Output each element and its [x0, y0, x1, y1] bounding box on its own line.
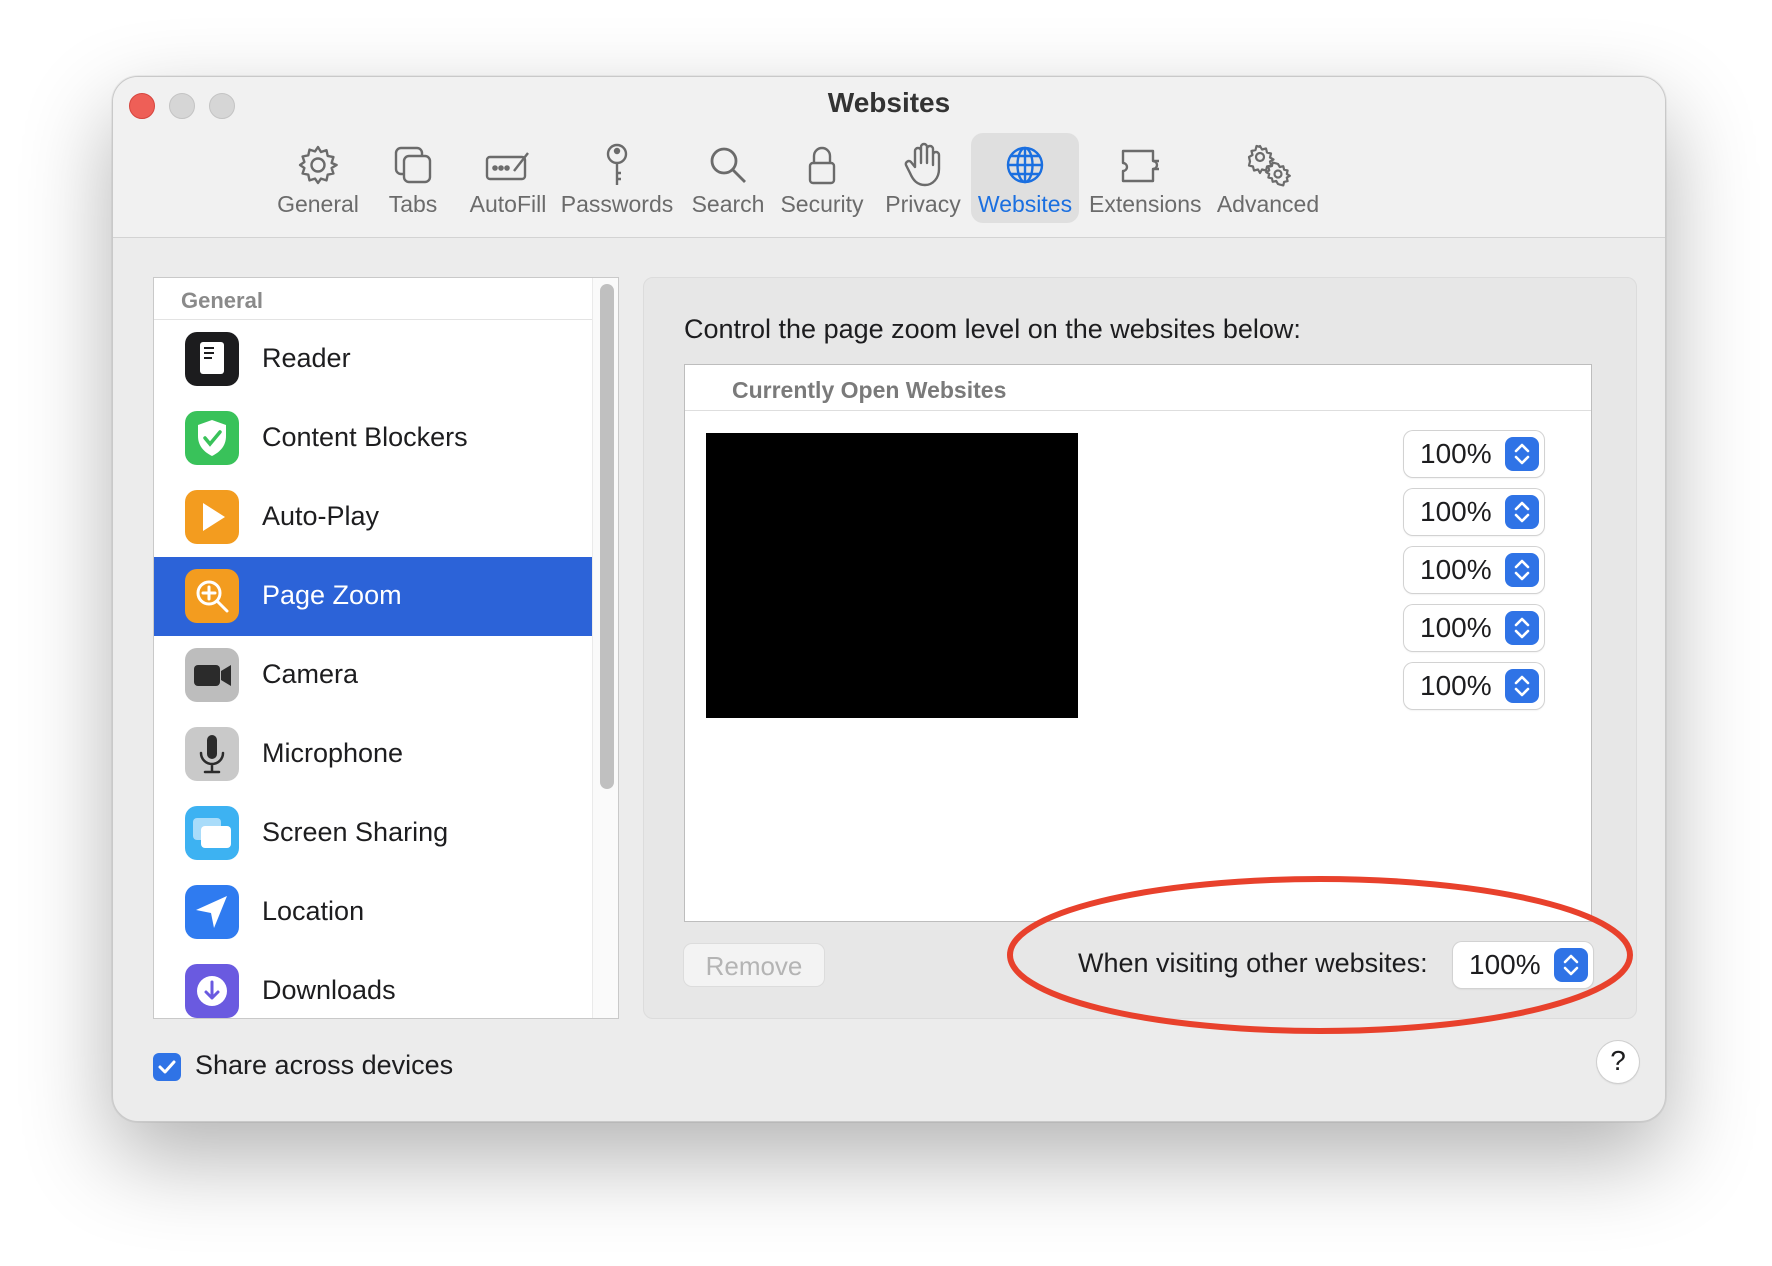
chevron-updown-icon — [1505, 437, 1539, 471]
download-icon — [185, 964, 239, 1018]
sidebar-item-label: Auto-Play — [262, 501, 380, 531]
sidebar-item-content-blockers[interactable]: Content Blockers — [154, 399, 592, 478]
tab-extensions[interactable]: Extensions — [1089, 133, 1202, 223]
tab-general-label: General — [277, 191, 359, 217]
zoom-icon — [185, 569, 239, 623]
autofill-icon — [463, 141, 553, 189]
gear-icon — [263, 141, 373, 189]
preferences-window: Websites General Tabs AutoFill Passwords… — [112, 76, 1666, 1122]
globe-icon — [971, 141, 1079, 189]
sidebar-item-label: Content Blockers — [262, 422, 468, 452]
chevron-updown-icon — [1554, 948, 1588, 982]
sidebar-item-downloads[interactable]: Downloads — [154, 952, 592, 1018]
tab-privacy[interactable]: Privacy — [883, 133, 963, 223]
tab-general[interactable]: General — [263, 133, 373, 223]
sidebar-item-label: Camera — [262, 659, 359, 689]
sidebar-item-location[interactable]: Location — [154, 873, 592, 952]
zoom-value: 100% — [1420, 496, 1492, 527]
key-icon — [557, 141, 677, 189]
chevron-updown-icon — [1505, 611, 1539, 645]
tab-passwords[interactable]: Passwords — [557, 133, 677, 223]
microphone-icon — [185, 727, 239, 781]
sidebar-item-label: Reader — [262, 343, 351, 373]
help-button[interactable]: ? — [1597, 1041, 1639, 1083]
gears-icon — [1213, 141, 1323, 189]
tab-security-label: Security — [780, 191, 864, 217]
chevron-updown-icon — [1505, 553, 1539, 587]
reader-icon — [185, 332, 239, 386]
zoom-value: 100% — [1420, 438, 1492, 469]
sidebar-header: General — [154, 278, 618, 320]
title-bar: Websites General Tabs AutoFill Passwords… — [113, 77, 1665, 238]
other-websites-label: When visiting other websites: — [1078, 948, 1428, 978]
sidebar-scrollbar[interactable] — [600, 284, 614, 789]
site-zoom-select[interactable]: 100% — [1404, 489, 1544, 535]
hand-icon — [883, 141, 963, 189]
share-across-devices-label: Share across devices — [195, 1050, 454, 1080]
lock-icon — [777, 141, 867, 189]
tab-advanced-label: Advanced — [1216, 191, 1320, 217]
tab-passwords-label: Passwords — [560, 191, 674, 217]
sidebar-item-label: Location — [262, 896, 365, 926]
sidebar-item-label: Screen Sharing — [262, 817, 449, 847]
screen-sharing-icon — [185, 806, 239, 860]
tab-search-label: Search — [691, 191, 765, 217]
chevron-updown-icon — [1505, 495, 1539, 529]
sidebar-item-microphone[interactable]: Microphone — [154, 715, 592, 794]
tab-privacy-label: Privacy — [885, 191, 961, 217]
play-icon — [185, 490, 239, 544]
table-header: Currently Open Websites — [685, 365, 1591, 411]
camera-icon — [185, 648, 239, 702]
site-zoom-select[interactable]: 100% — [1404, 547, 1544, 593]
tab-search[interactable]: Search — [683, 133, 773, 223]
sidebar-item-auto-play[interactable]: Auto-Play — [154, 478, 592, 557]
sidebar: General Reader Content Blockers Auto-Pla… — [153, 277, 619, 1019]
other-websites-zoom-select[interactable]: 100% — [1453, 942, 1593, 988]
remove-button[interactable]: Remove — [684, 944, 824, 986]
sidebar-item-label: Page Zoom — [262, 580, 402, 610]
tab-tabs-label: Tabs — [388, 191, 438, 217]
site-zoom-select[interactable]: 100% — [1404, 431, 1544, 477]
location-icon — [185, 885, 239, 939]
tab-autofill-label: AutoFill — [469, 191, 547, 217]
zoom-value: 100% — [1469, 949, 1541, 980]
tab-security[interactable]: Security — [777, 133, 867, 223]
tab-websites[interactable]: Websites — [971, 133, 1079, 223]
tab-websites-label: Websites — [977, 191, 1073, 217]
site-zoom-select[interactable]: 100% — [1404, 605, 1544, 651]
site-zoom-select[interactable]: 100% — [1404, 663, 1544, 709]
tab-tabs[interactable]: Tabs — [373, 133, 453, 223]
tab-autofill[interactable]: AutoFill — [463, 133, 553, 223]
sidebar-item-page-zoom[interactable]: Page Zoom — [154, 557, 592, 636]
zoom-value: 100% — [1420, 554, 1492, 585]
zoom-value: 100% — [1420, 612, 1492, 643]
sidebar-item-label: Downloads — [262, 975, 396, 1005]
puzzle-icon — [1089, 141, 1197, 189]
share-across-devices-checkbox[interactable] — [153, 1053, 181, 1081]
chevron-updown-icon — [1505, 669, 1539, 703]
sidebar-item-camera[interactable]: Camera — [154, 636, 592, 715]
sidebar-scroll-track[interactable] — [592, 278, 618, 1018]
shield-check-icon — [185, 411, 239, 465]
page-zoom-panel: Control the page zoom level on the websi… — [643, 277, 1637, 1019]
checkmark-icon — [153, 1053, 181, 1081]
sidebar-item-reader[interactable]: Reader — [154, 320, 592, 399]
sidebar-item-screen-sharing[interactable]: Screen Sharing — [154, 794, 592, 873]
redacted-website-list — [706, 433, 1078, 718]
panel-description: Control the page zoom level on the websi… — [684, 314, 1301, 344]
window-title: Websites — [827, 87, 951, 118]
tabs-icon — [373, 141, 453, 189]
websites-table: Currently Open Websites 100% 100% 100% 1… — [684, 364, 1592, 922]
tab-extensions-label: Extensions — [1089, 191, 1202, 217]
sidebar-item-label: Microphone — [262, 738, 404, 768]
search-icon — [683, 141, 773, 189]
tab-advanced[interactable]: Advanced — [1213, 133, 1323, 223]
zoom-value: 100% — [1420, 670, 1492, 701]
